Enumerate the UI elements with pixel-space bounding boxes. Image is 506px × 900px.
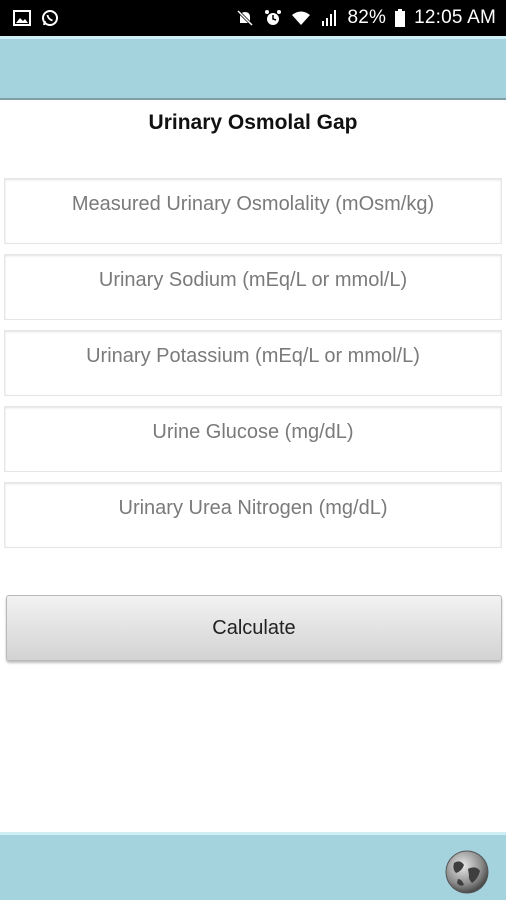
gallery-icon <box>12 8 32 28</box>
urinary-sodium-input[interactable] <box>5 255 501 319</box>
urinary-sodium-field[interactable] <box>4 254 502 320</box>
alarm-icon <box>263 8 283 28</box>
urinary-urea-nitrogen-field[interactable] <box>4 482 502 548</box>
urinary-potassium-field[interactable] <box>4 330 502 396</box>
urine-glucose-input[interactable] <box>5 407 501 471</box>
mute-icon <box>235 8 255 28</box>
status-bar-left <box>12 8 60 28</box>
wifi-icon <box>291 8 311 28</box>
whatsapp-icon <box>40 8 60 28</box>
battery-icon <box>394 8 406 28</box>
clock: 12:05 AM <box>414 7 496 28</box>
measured-urinary-osmolality-input[interactable] <box>5 179 501 243</box>
bottom-bar <box>0 832 506 900</box>
signal-icon <box>319 8 339 28</box>
globe-icon[interactable] <box>444 849 490 895</box>
status-bar-right: 82% 12:05 AM <box>235 7 496 29</box>
battery-percent: 82% <box>347 7 387 28</box>
calculate-button[interactable]: Calculate <box>6 595 502 661</box>
status-bar: 82% 12:05 AM <box>0 0 506 36</box>
measured-urinary-osmolality-field[interactable] <box>4 178 502 244</box>
urine-glucose-field[interactable] <box>4 406 502 472</box>
urinary-potassium-input[interactable] <box>5 331 501 395</box>
top-header-bar <box>0 36 506 100</box>
page-title: Urinary Osmolal Gap <box>148 111 358 134</box>
urinary-urea-nitrogen-input[interactable] <box>5 483 501 547</box>
